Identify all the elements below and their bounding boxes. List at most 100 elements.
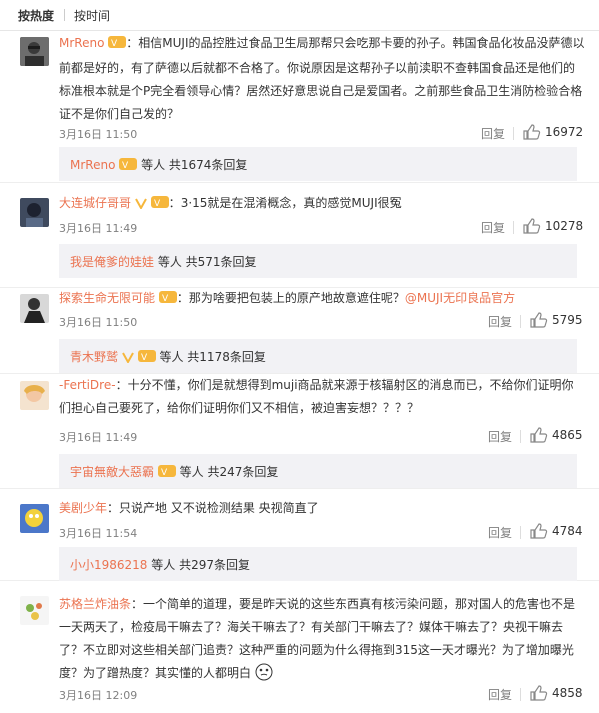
- svg-text:V: V: [154, 199, 161, 209]
- reply-summary-text: 等人 共1674条回复: [137, 158, 248, 172]
- thumb-up-icon: [523, 124, 541, 140]
- comment-text-block: 大连城仔哥哥 V ：3·15就是在混淆概念，真的感觉MUJI很冤: [59, 192, 585, 217]
- comment-body: 3·15就是在混淆概念，真的感觉MUJI很冤: [180, 196, 402, 210]
- comment-timestamp: 3月16日 11:50: [59, 128, 138, 141]
- avatar-image-icon: [20, 596, 49, 625]
- avatar[interactable]: [20, 37, 49, 66]
- reply-summary-user[interactable]: 青木野鹫: [70, 350, 118, 364]
- like-count: 4858: [552, 686, 583, 700]
- comment-timestamp: 3月16日 11:54: [59, 527, 138, 540]
- comment-item: MrReno V ：相信MUJI的品控胜过食品卫生局那帮只会吃那卡要的孙子。韩国食…: [0, 30, 599, 183]
- action-divider: [520, 430, 521, 443]
- svg-text:V: V: [161, 468, 168, 478]
- thumb-up-icon: [530, 312, 548, 328]
- comment-username[interactable]: 美剧少年: [59, 501, 107, 515]
- sort-divider: [64, 9, 65, 21]
- comment-item: 大连城仔哥哥 V ：3·15就是在混淆概念，真的感觉MUJI很冤 3月16日 11…: [0, 182, 599, 288]
- reply-summary-user[interactable]: 宇宙無敵大惡霸: [70, 465, 154, 479]
- vip-badge-icon: V: [119, 157, 138, 174]
- sort-by-time-tab[interactable]: 按时间: [74, 7, 110, 24]
- svg-text:V: V: [122, 161, 129, 171]
- like-button[interactable]: 4784: [530, 523, 583, 540]
- svg-text:V: V: [111, 39, 118, 49]
- action-divider: [513, 221, 514, 234]
- like-button[interactable]: 10278: [523, 218, 584, 235]
- avatar[interactable]: [20, 596, 49, 625]
- thumb-up-icon: [530, 427, 548, 443]
- comment-timestamp: 3月16日 11:49: [59, 431, 138, 444]
- action-divider: [513, 127, 514, 140]
- avatar[interactable]: [20, 504, 49, 533]
- reply-summary-user[interactable]: 我是俺爹的娃娃: [70, 255, 154, 269]
- reply-summary-box[interactable]: MrReno V 等人 共1674条回复: [59, 147, 577, 181]
- avatar[interactable]: [20, 198, 49, 227]
- avatar[interactable]: [20, 294, 49, 323]
- comment-item: -FertiDre-：十分不懂，你们是就想得到muji商品就来源于核辐射区的消息…: [0, 373, 599, 489]
- comment-timestamp: 3月16日 11:50: [59, 316, 138, 329]
- reply-button[interactable]: 回复: [488, 524, 512, 541]
- comment-text-block: -FertiDre-：十分不懂，你们是就想得到muji商品就来源于核辐射区的消息…: [59, 378, 574, 415]
- reply-summary-box[interactable]: 小小1986218 等人 共297条回复: [59, 547, 577, 581]
- verified-v-icon: [134, 194, 147, 217]
- comment-body: 那为啥要把包装上的原产地故意遮住呢？: [188, 291, 405, 305]
- comment-item: 苏格兰炸油条：一个简单的道理，要是昨天说的这些东西真有核污染问题，那对国人的危害…: [0, 580, 599, 713]
- comment-body: 相信MUJI的品控胜过食品卫生局那帮只会吃那卡要的孙子。韩国食品化妆品没萨德以前…: [59, 36, 585, 121]
- reply-summary-user[interactable]: 小小1986218: [70, 558, 147, 572]
- like-count: 10278: [545, 219, 584, 233]
- thumb-up-icon: [530, 523, 548, 539]
- reply-summary-text: 等人 共247条回复: [175, 465, 279, 479]
- vip-badge-icon: V: [137, 349, 156, 366]
- reply-button[interactable]: 回复: [488, 428, 512, 445]
- like-button[interactable]: 4865: [530, 427, 583, 444]
- comment-text-block: 探索生命无限可能 V ：那为啥要把包装上的原产地故意遮住呢？@MUJI无印良品官方: [59, 287, 585, 312]
- vip-badge-icon: V: [108, 34, 127, 57]
- sort-by-hot-tab[interactable]: 按热度: [18, 7, 54, 24]
- comment-text-block: 苏格兰炸油条：一个简单的道理，要是昨天说的这些东西真有核污染问题，那对国人的危害…: [59, 593, 585, 689]
- svg-text:V: V: [162, 294, 169, 304]
- mention-link[interactable]: @MUJI无印良品官方: [405, 291, 515, 305]
- avatar[interactable]: [20, 381, 49, 410]
- svg-text:V: V: [141, 353, 148, 363]
- like-count: 5795: [552, 313, 583, 327]
- reply-button[interactable]: 回复: [488, 686, 512, 703]
- reply-summary-text: 等人 共297条回复: [147, 558, 250, 572]
- reply-button[interactable]: 回复: [481, 219, 505, 236]
- comment-text-block: MrReno V ：相信MUJI的品控胜过食品卫生局那帮只会吃那卡要的孙子。韩国食…: [59, 34, 585, 121]
- avatar-image-icon: [20, 198, 49, 227]
- comment-username[interactable]: MrReno: [59, 36, 104, 50]
- comment-timestamp: 3月16日 12:09: [59, 689, 138, 702]
- comment-username[interactable]: 苏格兰炸油条: [59, 597, 131, 611]
- reply-summary-box[interactable]: 宇宙無敵大惡霸 V 等人 共247条回复: [59, 454, 577, 488]
- verified-v-icon: [121, 351, 134, 366]
- reply-summary-box[interactable]: 青木野鹫 V 等人 共1178条回复: [59, 339, 577, 373]
- comment-item: 美剧少年：只说产地 又不说检测结果 央视简直了 3月16日 11:54 回复 4…: [0, 488, 599, 581]
- comment-timestamp: 3月16日 11:49: [59, 222, 138, 235]
- vip-badge-icon: V: [157, 464, 176, 481]
- like-count: 4865: [552, 428, 583, 442]
- thumb-up-icon: [530, 685, 548, 701]
- action-divider: [520, 315, 521, 328]
- comment-body: 十分不懂，你们是就想得到muji商品就来源于核辐射区的消息而已，不给你们证明你们…: [59, 378, 574, 415]
- reply-button[interactable]: 回复: [488, 313, 512, 330]
- like-button[interactable]: 16972: [523, 124, 583, 141]
- like-button[interactable]: 4858: [530, 685, 583, 702]
- vip-badge-icon: V: [150, 194, 169, 217]
- thinking-emoji-icon: [255, 663, 273, 689]
- action-divider: [520, 526, 521, 539]
- comment-username[interactable]: 大连城仔哥哥: [59, 196, 131, 210]
- avatar-image-icon: [20, 37, 49, 66]
- reply-summary-user[interactable]: MrReno: [70, 158, 115, 172]
- reply-summary-box[interactable]: 我是俺爹的娃娃 等人 共571条回复: [59, 244, 577, 278]
- like-count: 4784: [552, 524, 583, 538]
- avatar-image-icon: [20, 504, 49, 533]
- comment-username[interactable]: 探索生命无限可能: [59, 291, 155, 305]
- comment-text-block: 美剧少年：只说产地 又不说检测结果 央视简直了: [59, 501, 319, 515]
- comment-username[interactable]: -FertiDre-: [59, 378, 116, 392]
- avatar-image-icon: [20, 381, 49, 410]
- comment-body: 只说产地 又不说检测结果 央视简直了: [119, 501, 319, 515]
- action-divider: [520, 688, 521, 701]
- avatar-image-icon: [20, 294, 49, 323]
- reply-summary-text: 等人 共1178条回复: [155, 350, 266, 364]
- like-button[interactable]: 5795: [530, 312, 583, 329]
- reply-button[interactable]: 回复: [481, 125, 505, 142]
